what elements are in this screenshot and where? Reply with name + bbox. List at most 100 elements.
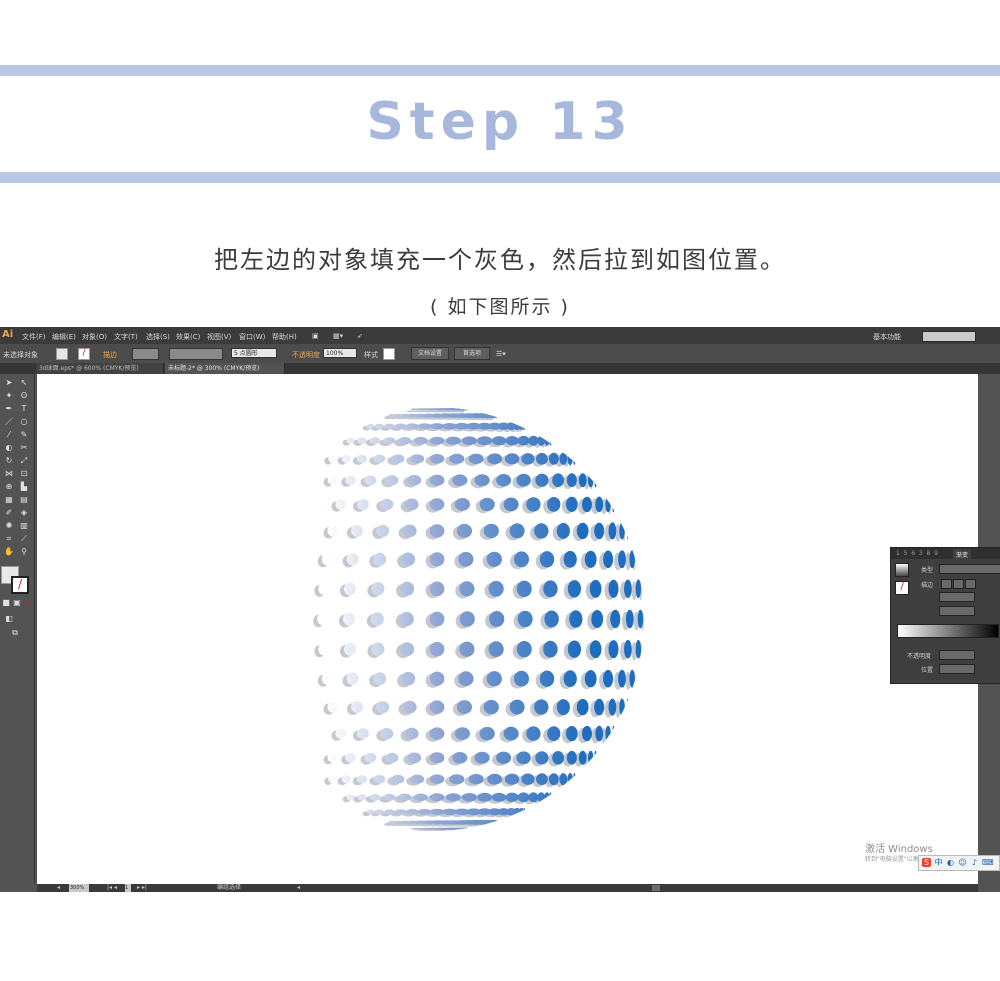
direct-selection-tool-icon[interactable]: ↖ — [19, 378, 29, 388]
gradient-dot[interactable] — [321, 672, 333, 685]
stroke-weight-field[interactable] — [132, 348, 159, 360]
gradient-dot[interactable] — [429, 641, 445, 657]
halftone-sphere-artwork[interactable] — [37, 374, 978, 884]
gradient-dot[interactable] — [407, 752, 422, 764]
gradient-dot[interactable] — [391, 454, 405, 464]
gradient-dot[interactable] — [327, 525, 338, 537]
gradient-location-field[interactable] — [939, 664, 975, 674]
gradient-dot[interactable] — [543, 580, 558, 598]
gradient-dot[interactable] — [619, 698, 625, 716]
gradient-opacity-field[interactable] — [939, 650, 975, 660]
gradient-dot[interactable] — [578, 750, 587, 765]
gradient-dot[interactable] — [625, 609, 634, 629]
gradient-dot[interactable] — [563, 550, 577, 568]
gradient-dot[interactable] — [488, 580, 504, 597]
gradient-dot[interactable] — [516, 580, 532, 597]
gradient-dot[interactable] — [491, 792, 507, 802]
gradient-dot[interactable] — [357, 437, 367, 444]
stroke-option-2[interactable] — [953, 579, 964, 589]
stroke-swatch[interactable]: / — [78, 348, 90, 360]
gradient-dot[interactable] — [534, 699, 549, 715]
gradient-dot[interactable] — [356, 775, 368, 784]
gradient-dot[interactable] — [566, 473, 577, 488]
gradient-dot[interactable] — [351, 701, 363, 713]
gradient-dot[interactable] — [402, 524, 417, 538]
panel-menu-icon[interactable]: ☰▾ — [496, 350, 506, 358]
gradient-dot[interactable] — [509, 699, 525, 715]
gradient-dot[interactable] — [576, 522, 589, 540]
bridge-icon[interactable]: ▣ — [312, 332, 319, 340]
gradient-dot[interactable] — [582, 496, 592, 513]
gradient-dot[interactable] — [526, 726, 541, 741]
gradient-dot[interactable] — [552, 473, 564, 487]
gradient-dot[interactable] — [402, 700, 417, 714]
opacity-label[interactable]: 不透明度 — [292, 350, 320, 360]
gradient-dot[interactable] — [589, 640, 602, 659]
gradient-dot[interactable] — [429, 700, 445, 714]
mesh-tool-icon[interactable]: ▦ — [4, 495, 14, 505]
scale-tool-icon[interactable]: ⤢ — [19, 456, 29, 466]
tab-gradient[interactable]: 渐变 — [953, 549, 972, 560]
type-tool-icon[interactable]: T — [19, 404, 29, 414]
gradient-dot[interactable] — [582, 725, 592, 742]
gradient-dot[interactable] — [566, 750, 577, 765]
arrange-docs-icon[interactable]: ▦▾ — [333, 332, 343, 340]
gradient-dot[interactable] — [548, 773, 559, 786]
gradient-dot[interactable] — [429, 581, 445, 597]
gradient-dot[interactable] — [373, 454, 386, 463]
gradient-dot[interactable] — [400, 581, 415, 596]
gradient-dot[interactable] — [486, 551, 502, 567]
gradient-dot[interactable] — [612, 496, 615, 513]
gradient-dot[interactable] — [335, 499, 346, 510]
gradient-dot[interactable] — [522, 807, 526, 816]
gradient-dot[interactable] — [401, 671, 416, 686]
gradient-dot[interactable] — [429, 498, 445, 511]
gradient-dot[interactable] — [380, 727, 394, 740]
gradient-dot[interactable] — [494, 819, 498, 826]
gradient-dot[interactable] — [516, 751, 531, 765]
gradient-dot[interactable] — [584, 550, 597, 568]
gradient-dot[interactable] — [328, 455, 336, 463]
gradient-dot[interactable] — [364, 475, 377, 486]
gradient-dot[interactable] — [608, 640, 619, 659]
gradient-dot[interactable] — [369, 793, 381, 801]
gradient-dot[interactable] — [343, 642, 356, 656]
horizontal-scrollbar-thumb[interactable] — [652, 885, 660, 891]
gradient-dot[interactable] — [491, 436, 507, 446]
gradient-dot[interactable] — [624, 640, 632, 659]
none-mode-icon[interactable]: ⧄ — [23, 598, 33, 608]
gradient-dot[interactable] — [383, 437, 396, 445]
gradient-dot[interactable] — [413, 436, 428, 445]
artboard-tool-icon[interactable]: ⌗ — [4, 534, 14, 544]
stroke-option-3[interactable] — [965, 579, 976, 589]
gray-dot[interactable] — [406, 830, 415, 832]
gradient-dot[interactable] — [488, 641, 504, 658]
gradient-dot[interactable] — [591, 610, 604, 628]
workspace-switcher[interactable]: 基本功能 — [873, 332, 901, 342]
gradient-dot[interactable] — [401, 552, 416, 567]
gradient-dot[interactable] — [445, 793, 461, 802]
send-icon[interactable]: ➶ — [357, 332, 363, 340]
gradient-dot[interactable] — [619, 522, 625, 540]
scroll-left-icon[interactable]: ◂ — [297, 884, 300, 891]
gradient-dot[interactable] — [526, 497, 541, 512]
gradient-dot[interactable] — [567, 580, 582, 598]
gradient-dot[interactable] — [489, 611, 505, 627]
gradient-dot[interactable] — [357, 728, 369, 739]
gradient-tool-icon[interactable]: ▤ — [19, 495, 29, 505]
gradient-dot[interactable] — [629, 550, 635, 569]
gradient-dot[interactable] — [327, 475, 337, 485]
gradient-dot[interactable] — [594, 750, 597, 765]
gradient-dot[interactable] — [594, 522, 605, 540]
draw-mode-icon[interactable]: ◧ — [4, 614, 14, 624]
color-mode-icon[interactable]: ■ — [1, 598, 11, 608]
gradient-dot[interactable] — [487, 453, 503, 465]
gradient-dot[interactable] — [559, 773, 568, 786]
gradient-dot[interactable] — [595, 725, 604, 742]
gradient-dot-layer[interactable] — [317, 407, 648, 831]
gradient-dot[interactable] — [351, 525, 363, 537]
gradient-dot[interactable] — [429, 671, 445, 686]
gradient-dot[interactable] — [573, 773, 576, 786]
gradient-dot[interactable] — [346, 794, 355, 801]
gradient-dot[interactable] — [567, 452, 573, 465]
